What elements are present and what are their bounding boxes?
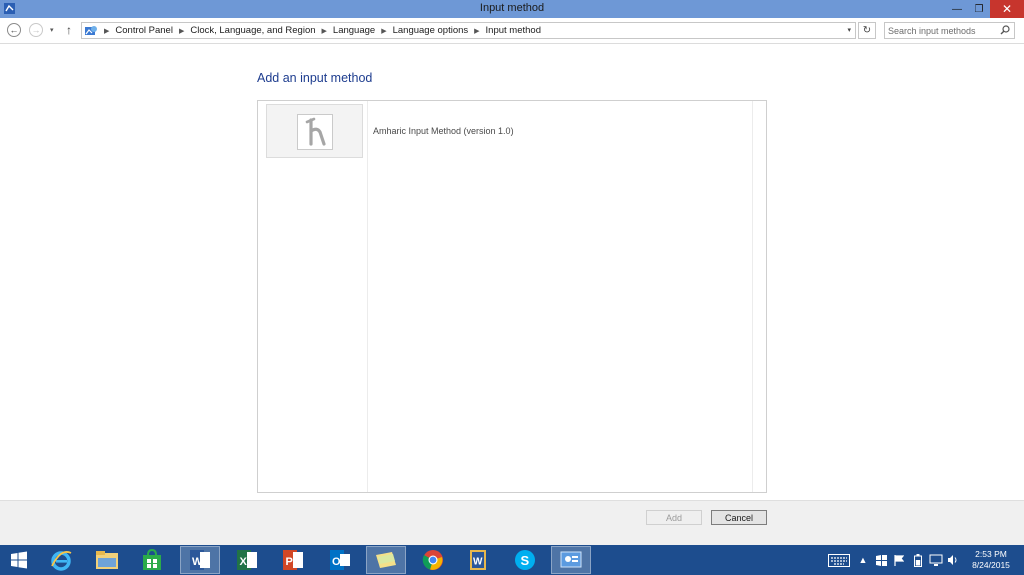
chevron-right-icon[interactable]: ▶ xyxy=(179,27,184,35)
maximize-button[interactable]: ❐ xyxy=(968,0,990,18)
add-button[interactable]: Add xyxy=(646,510,702,525)
battery-icon[interactable] xyxy=(911,545,925,575)
taskbar-powerpoint[interactable]: P xyxy=(273,546,313,574)
svg-text:X: X xyxy=(240,556,248,568)
input-method-list: Amharic Input Method (version 1.0) xyxy=(257,100,767,493)
taskbar-notes[interactable] xyxy=(366,546,406,574)
list-scroll-gutter xyxy=(752,101,766,492)
taskbar: W X P O W S ▲ 2:53 PM 8/24/2015 xyxy=(0,545,1024,575)
file-explorer-icon xyxy=(96,551,118,569)
list-icon-column xyxy=(258,101,368,492)
store-icon xyxy=(143,549,161,570)
clock-time: 2:53 PM xyxy=(975,549,1007,559)
back-button[interactable]: ← xyxy=(7,23,21,37)
breadcrumb-language-options[interactable]: Language options xyxy=(393,25,469,36)
chevron-right-icon: ▶ xyxy=(104,27,110,35)
chrome-icon xyxy=(422,550,443,570)
minimize-button[interactable]: — xyxy=(946,0,968,18)
touch-keyboard-icon[interactable] xyxy=(826,545,852,575)
address-bar[interactable]: ▶ Control Panel ▶ Clock, Language, and R… xyxy=(81,22,856,39)
taskbar-store[interactable] xyxy=(132,546,172,574)
search-input[interactable] xyxy=(888,24,996,37)
list-item[interactable] xyxy=(266,104,363,158)
skype-icon: S xyxy=(515,550,535,570)
chevron-right-icon[interactable]: ▶ xyxy=(474,27,479,35)
control-panel-icon xyxy=(560,551,582,568)
speaker-icon[interactable] xyxy=(946,545,960,575)
taskbar-word-document[interactable]: W xyxy=(458,546,498,574)
show-hidden-icons-icon[interactable]: ▲ xyxy=(857,545,869,575)
start-button[interactable] xyxy=(0,546,38,574)
page-title: Add an input method xyxy=(257,71,373,85)
taskbar-internet-explorer[interactable] xyxy=(41,546,81,574)
svg-text:O: O xyxy=(332,556,341,568)
search-box[interactable] xyxy=(884,22,1015,39)
taskbar-skype[interactable]: S xyxy=(505,546,545,574)
svg-text:S: S xyxy=(521,553,530,568)
word-doc-icon: W xyxy=(470,550,486,570)
breadcrumb-input-method[interactable]: Input method xyxy=(486,25,541,36)
chevron-right-icon[interactable]: ▶ xyxy=(381,27,386,35)
outlook-icon: O xyxy=(330,550,350,570)
svg-text:W: W xyxy=(473,557,483,568)
word-icon: W xyxy=(190,550,210,570)
chevron-right-icon[interactable]: ▶ xyxy=(322,27,327,35)
control-panel-icon xyxy=(85,25,97,35)
breadcrumb-clock-language-region[interactable]: Clock, Language, and Region xyxy=(190,25,315,36)
powerpoint-icon: P xyxy=(283,550,303,570)
main-content: Add an input method Amharic Input Method… xyxy=(0,45,1024,500)
window-title: Input method xyxy=(479,2,545,14)
svg-text:W: W xyxy=(192,556,203,568)
action-center-flag-icon[interactable] xyxy=(892,545,906,575)
title-bar: Input method — ❐ ✕ xyxy=(0,0,1024,18)
taskbar-chrome[interactable] xyxy=(413,546,453,574)
up-button[interactable]: ↑ xyxy=(66,23,72,37)
clock-date: 8/24/2015 xyxy=(972,560,1010,570)
recent-locations-dropdown[interactable]: ▾ xyxy=(50,26,54,34)
network-icon[interactable] xyxy=(928,545,944,575)
cancel-button[interactable]: Cancel xyxy=(711,510,767,525)
taskbar-excel[interactable]: X xyxy=(227,546,267,574)
input-method-name[interactable]: Amharic Input Method (version 1.0) xyxy=(373,126,514,136)
excel-icon: X xyxy=(237,550,257,570)
button-bar: Add Cancel xyxy=(0,500,1024,545)
refresh-button[interactable]: ↻ xyxy=(858,22,876,39)
taskbar-control-panel[interactable] xyxy=(551,546,591,574)
close-button[interactable]: ✕ xyxy=(990,0,1024,18)
breadcrumb-language[interactable]: Language xyxy=(333,25,375,36)
taskbar-file-explorer[interactable] xyxy=(87,546,127,574)
windows-flag-icon[interactable] xyxy=(873,545,889,575)
taskbar-word[interactable]: W xyxy=(180,546,220,574)
address-dropdown-button[interactable]: ▾ xyxy=(847,26,851,34)
svg-text:P: P xyxy=(286,556,293,568)
taskbar-outlook[interactable]: O xyxy=(320,546,360,574)
amharic-input-icon xyxy=(297,114,333,150)
notes-icon xyxy=(376,552,396,568)
forward-button[interactable]: → xyxy=(29,23,43,37)
breadcrumb-control-panel[interactable]: Control Panel xyxy=(115,25,173,36)
windows-logo-icon xyxy=(11,551,27,569)
search-icon[interactable] xyxy=(1000,25,1010,35)
internet-explorer-icon xyxy=(51,551,72,571)
system-clock[interactable]: 2:53 PM 8/24/2015 xyxy=(960,549,1022,571)
navigation-bar: ← → ▾ ↑ ▶ Control Panel ▶ Clock, Languag… xyxy=(0,18,1024,44)
